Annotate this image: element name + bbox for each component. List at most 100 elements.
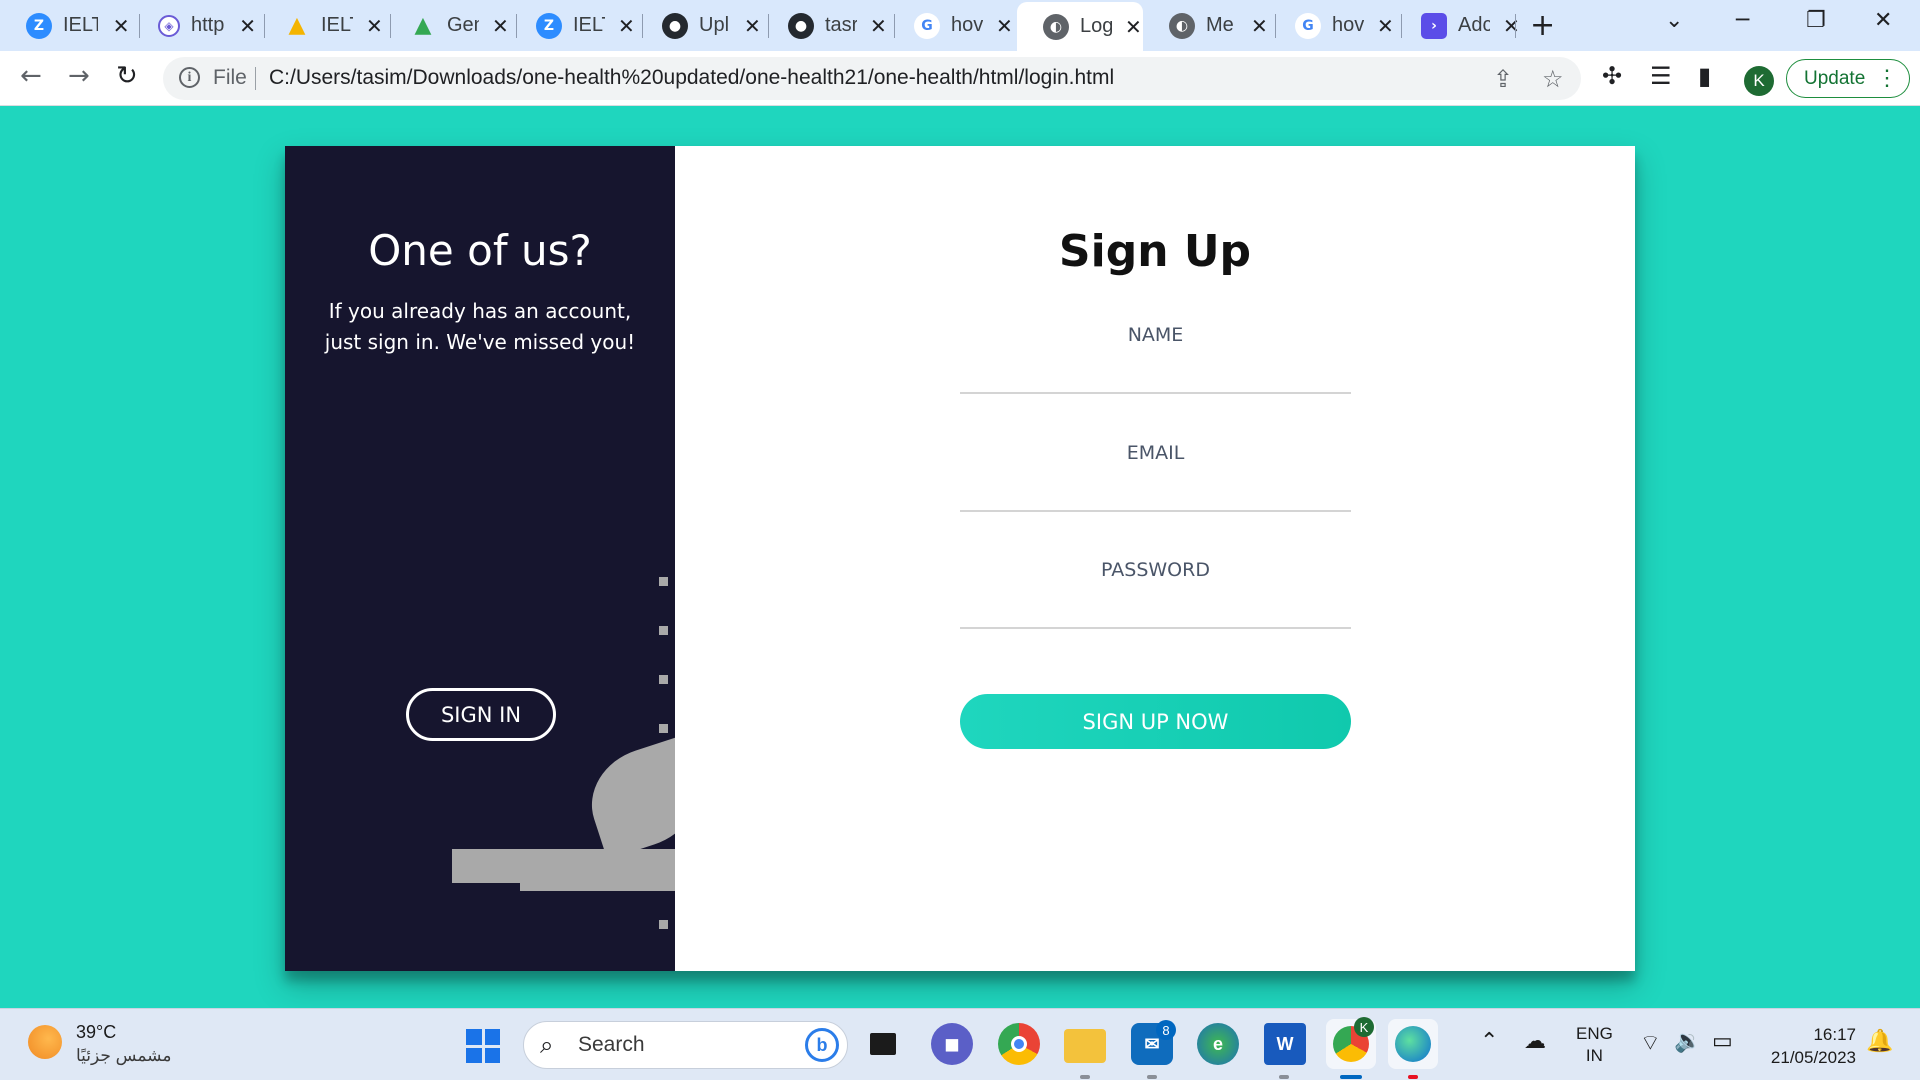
running-indicator (1147, 1075, 1157, 1079)
word-icon[interactable]: W (1264, 1023, 1306, 1065)
reading-list-icon[interactable]: ☰ (1650, 62, 1672, 90)
close-icon[interactable]: ✕ (1124, 15, 1143, 39)
windows-start-icon[interactable] (466, 1029, 500, 1063)
browser-tab[interactable]: ● Upl ✕ (636, 0, 762, 51)
password-input[interactable] (960, 589, 1351, 625)
tab-title: hov (1332, 14, 1364, 36)
browser-tab-active[interactable]: ◐ Log ✕ (1017, 2, 1143, 51)
volume-icon[interactable]: 🔉 (1674, 1029, 1701, 1054)
notification-bell-icon[interactable]: 🔔 (1866, 1029, 1893, 1054)
close-icon[interactable]: ✕ (743, 14, 762, 38)
browser-tab[interactable]: › Adc ✕ (1395, 0, 1521, 51)
sign-up-now-button[interactable]: SIGN UP NOW (960, 694, 1351, 749)
battery-icon[interactable]: ▭ (1712, 1029, 1733, 1054)
taskbar-search[interactable]: ⌕ Search b (523, 1021, 848, 1069)
name-label: NAME (1127, 324, 1184, 346)
update-label: Update (1804, 67, 1866, 89)
shield-icon: ◈ (158, 14, 180, 37)
close-icon[interactable]: ✕ (491, 14, 510, 38)
decor-dot (659, 920, 668, 929)
github-icon: ● (662, 12, 688, 39)
edge-icon[interactable] (1388, 1019, 1438, 1069)
browser-tab-strip: Z IELT ✕ ◈ http ✕ ▲ IELT ✕ ▲ Gen ✕ Z IEL… (0, 0, 1920, 51)
close-icon[interactable]: ✕ (869, 14, 888, 38)
browser-toolbar: ← → ↻ i File C:/Users/tasim/Downloads/on… (0, 51, 1920, 106)
chrome-icon[interactable] (998, 1023, 1040, 1065)
mail-badge: 8 (1156, 1020, 1176, 1040)
name-field[interactable]: NAME (960, 324, 1351, 394)
browser-tab[interactable]: ◈ http ✕ (132, 0, 258, 51)
password-field[interactable]: PASSWORD (960, 559, 1351, 629)
bing-icon[interactable]: b (805, 1028, 839, 1062)
github-icon: ● (788, 12, 814, 39)
browser-tab[interactable]: G hov ✕ (1269, 0, 1395, 51)
browser-tab[interactable]: ▲ IELT ✕ (258, 0, 384, 51)
name-input[interactable] (960, 354, 1351, 390)
more-menu-icon[interactable]: ⋮ (1876, 65, 1898, 91)
browser-tab[interactable]: G hov ✕ (888, 0, 1014, 51)
browser-tab[interactable]: Z IELT ✕ (0, 0, 132, 51)
forward-arrow-icon[interactable]: → (68, 61, 90, 91)
close-icon[interactable]: ✕ (995, 14, 1014, 38)
file-explorer-icon[interactable] (1064, 1029, 1106, 1063)
show-hidden-chevron-icon[interactable]: ⌃ (1480, 1029, 1498, 1054)
close-icon[interactable]: ✕ (617, 14, 636, 38)
weather-temp[interactable]: 39°C (76, 1022, 116, 1043)
tab-title: tasr (825, 14, 857, 36)
system-clock[interactable]: 16:17 21/05/2023 (1760, 1023, 1856, 1069)
globe-icon: ◐ (1043, 13, 1069, 40)
back-arrow-icon[interactable]: ← (20, 61, 42, 91)
tab-separator (1515, 14, 1516, 38)
share-icon[interactable]: ⇪ (1493, 65, 1513, 93)
profile-avatar[interactable]: K (1744, 66, 1774, 96)
url-text[interactable]: C:/Users/tasim/Downloads/one-health%20up… (269, 66, 1114, 90)
signup-title: Sign Up (1058, 226, 1252, 277)
side-panel-icon[interactable]: ▮ (1698, 62, 1711, 90)
close-icon[interactable]: ✕ (1502, 14, 1521, 38)
browser-tab[interactable]: ● tasr ✕ (762, 0, 888, 51)
weather-sun-icon[interactable] (28, 1025, 62, 1059)
close-icon[interactable]: ✕ (110, 14, 132, 38)
close-window-icon[interactable]: ✕ (1874, 8, 1892, 33)
extensions-puzzle-icon[interactable]: ✣ (1602, 62, 1622, 90)
browser-tab[interactable]: ◐ Me ✕ (1143, 0, 1269, 51)
overlay-title: One of us? (368, 226, 592, 275)
zoom-icon: Z (26, 12, 52, 39)
language-indicator[interactable]: ENG IN (1576, 1023, 1613, 1067)
teams-chat-icon[interactable]: ◼ (931, 1023, 973, 1065)
tab-search-chevron-icon[interactable]: ⌄ (1665, 8, 1683, 33)
close-icon[interactable]: ✕ (237, 14, 258, 38)
browser-tab[interactable]: ▲ Gen ✕ (384, 0, 510, 51)
email-input[interactable] (960, 472, 1351, 508)
minimize-icon[interactable]: ─ (1736, 8, 1749, 33)
running-indicator (1279, 1075, 1289, 1079)
info-icon[interactable]: i (179, 67, 200, 88)
weather-desc[interactable]: مشمس جزئيًا (76, 1046, 171, 1066)
update-button[interactable]: Update ⋮ (1786, 59, 1910, 98)
onedrive-cloud-icon[interactable]: ☁ (1524, 1029, 1546, 1054)
running-indicator (1080, 1075, 1090, 1079)
decor-bar (520, 876, 675, 891)
search-placeholder: Search (578, 1033, 645, 1056)
wifi-icon[interactable]: ⌔ (1640, 1029, 1661, 1057)
address-bar[interactable]: i File C:/Users/tasim/Downloads/one-heal… (163, 57, 1581, 100)
close-icon[interactable]: ✕ (1376, 14, 1395, 38)
bookmark-star-icon[interactable]: ☆ (1542, 65, 1564, 93)
sign-in-button[interactable]: SIGN IN (406, 688, 556, 741)
task-view-icon[interactable] (862, 1023, 904, 1065)
new-tab-plus-icon[interactable]: + (1530, 8, 1555, 43)
language-region: IN (1585, 1046, 1603, 1065)
close-icon[interactable]: ✕ (1250, 14, 1269, 38)
decor-dot (659, 626, 668, 635)
close-icon[interactable]: ✕ (365, 14, 384, 38)
reload-icon[interactable]: ↻ (116, 61, 138, 91)
google-icon: G (914, 12, 940, 39)
email-field[interactable]: EMAIL (960, 442, 1351, 512)
windows-taskbar: 39°C مشمس جزئيًا ⌕ Search b ◼ ✉ 8 e W K … (0, 1008, 1920, 1080)
edge-dev-icon[interactable]: e (1197, 1023, 1239, 1065)
tab-title: IELT (63, 14, 99, 36)
terminal-icon: › (1421, 12, 1447, 39)
restore-icon[interactable]: ❐ (1806, 8, 1826, 33)
decor-dot (659, 577, 668, 586)
browser-tab[interactable]: Z IELT ✕ (510, 0, 636, 51)
